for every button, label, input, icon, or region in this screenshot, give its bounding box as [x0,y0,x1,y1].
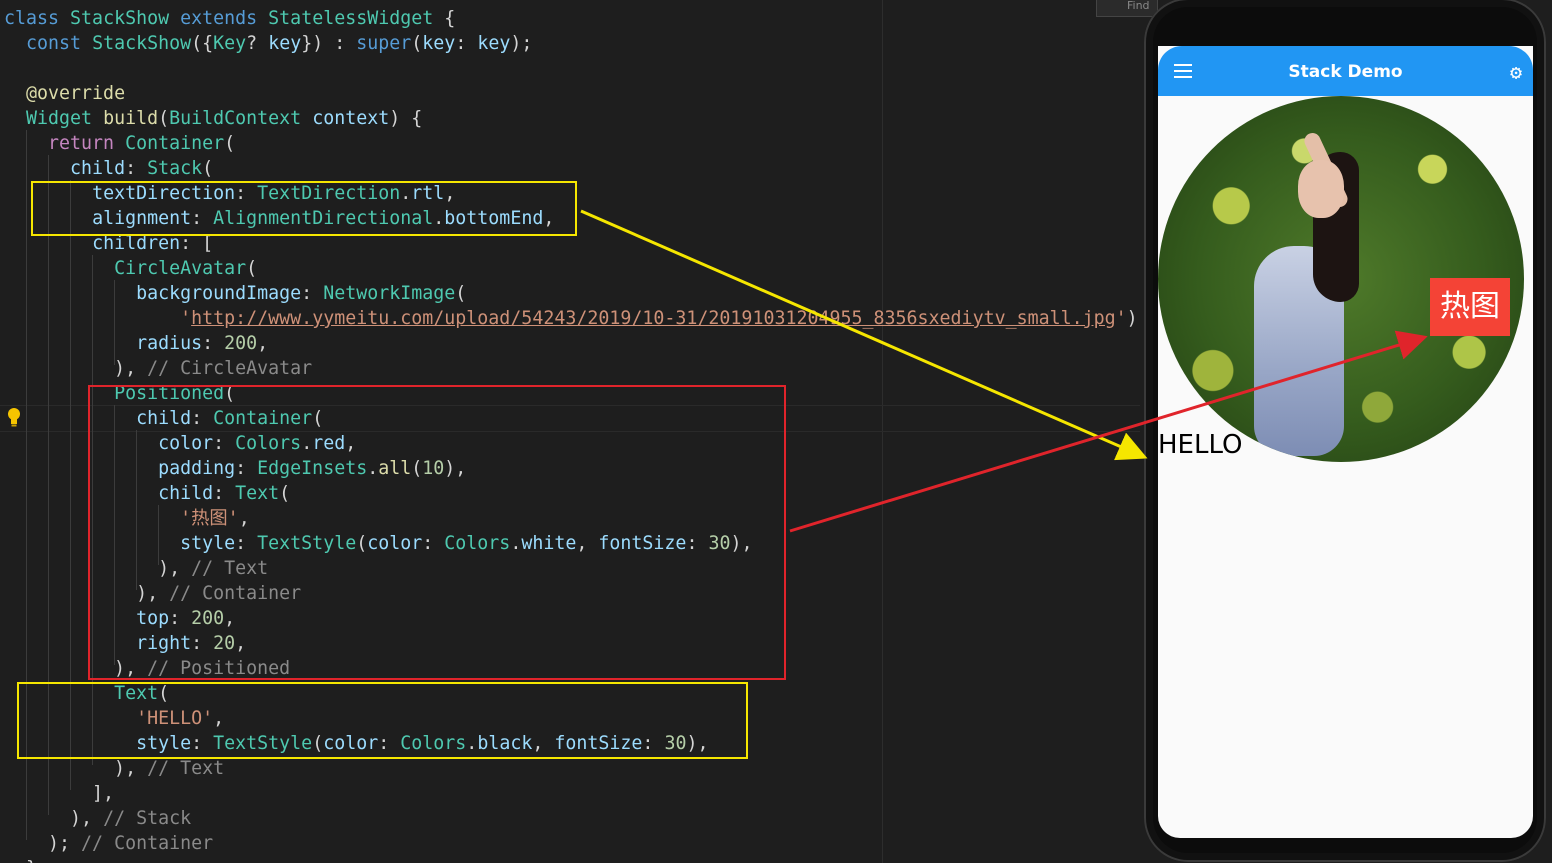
code-token: 200 [224,333,258,354]
find-tab[interactable]: Find [1096,0,1158,17]
code-token: const [26,33,93,54]
code-token: radius [136,333,203,354]
code-token: : [125,158,148,179]
code-token: NetworkImage [323,283,456,304]
hello-text-highlight-box [17,682,748,759]
code-token: // CircleAvatar [147,358,313,379]
code-token: child [70,158,126,179]
code-token: children [92,233,181,254]
code-token: key [422,33,456,54]
code-token: ' [1115,308,1127,329]
hello-text: HELLO [1158,430,1243,460]
code-token: ( [411,33,423,54]
code-token: ( [158,108,170,129]
code-token: Widget [26,108,104,129]
code-token: key [268,33,302,54]
code-token: context [312,108,390,129]
code-token: // Stack [103,808,192,829]
code-line: @override [4,81,125,106]
code-token: ( [246,258,258,279]
code-line: } [4,856,37,863]
code-token: extends [180,8,269,29]
code-line: const StackShow({Key? key}) : super(key:… [4,31,532,56]
hot-badge: 热图 [1430,278,1510,336]
app-bar: Stack Demo ⚙ [1158,46,1533,96]
code-line: class StackShow extends StatelessWidget … [4,6,455,31]
code-line: 'http://www.yymeitu.com/upload/54243/201… [4,306,1140,331]
code-token: : [301,283,324,304]
code-line: ); // Container [4,831,213,856]
positioned-highlight-box [88,385,786,680]
code-token: : [202,333,225,354]
code-token: : [ [180,233,214,254]
code-token: return [48,133,126,154]
lightbulb-icon[interactable] [7,407,21,427]
code-line: child: Stack( [4,156,213,181]
code-token: : [455,33,478,54]
code-token: ({ [191,33,214,54]
code-line: CircleAvatar( [4,256,257,281]
code-line: Widget build(BuildContext context) { [4,106,422,131]
code-token[interactable]: http://www.yymeitu.com/upload/54243/2019… [191,308,1116,329]
code-token: ); [4,833,82,854]
app-title: Stack Demo [1288,62,1403,82]
code-token: Container [125,133,225,154]
avatar-figure [1298,160,1344,218]
code-token: class [4,8,71,29]
code-token: Key [213,33,247,54]
code-token: ), [4,758,148,779]
code-token: ? [246,33,269,54]
code-editor[interactable]: class StackShow extends StatelessWidget … [0,0,1140,863]
code-token: key [477,33,511,54]
find-tab-label: Find [1127,0,1150,12]
code-token: // Text [147,758,225,779]
code-token: ) { [389,108,423,129]
code-token: ( [224,133,236,154]
code-token: ], [4,783,115,804]
code-token: ), [4,808,104,829]
code-token: Stack [147,158,203,179]
code-line: ), // CircleAvatar [4,356,312,381]
code-token: build [103,108,159,129]
code-token: BuildContext [169,108,313,129]
code-token: super [356,33,412,54]
code-token: } [4,858,37,863]
text-direction-highlight-box [31,181,577,236]
code-token: CircleAvatar [114,258,247,279]
code-token: { [444,8,456,29]
code-line: return Container( [4,131,235,156]
code-token: backgroundImage [136,283,302,304]
code-token: ), [1126,308,1140,329]
code-token: }) : [301,33,357,54]
code-token: ( [202,158,214,179]
code-token: // Container [81,833,214,854]
code-token: @override [26,83,126,104]
code-line: ), // Stack [4,806,191,831]
phone-screen[interactable]: Stack Demo ⚙ 热图 HELLO [1158,46,1533,838]
code-token: StackShow [92,33,192,54]
code-token: ); [510,33,533,54]
code-line: backgroundImage: NetworkImage( [4,281,466,306]
code-line: radius: 200, [4,331,268,356]
code-line: ), // Text [4,756,224,781]
code-token: StatelessWidget [268,8,445,29]
code-token: StackShow [70,8,181,29]
code-token: ( [455,283,467,304]
gear-icon[interactable]: ⚙ [1510,62,1530,82]
code-token: , [257,333,269,354]
code-line: ], [4,781,114,806]
code-token: ), [4,358,148,379]
code-token: ' [180,308,192,329]
